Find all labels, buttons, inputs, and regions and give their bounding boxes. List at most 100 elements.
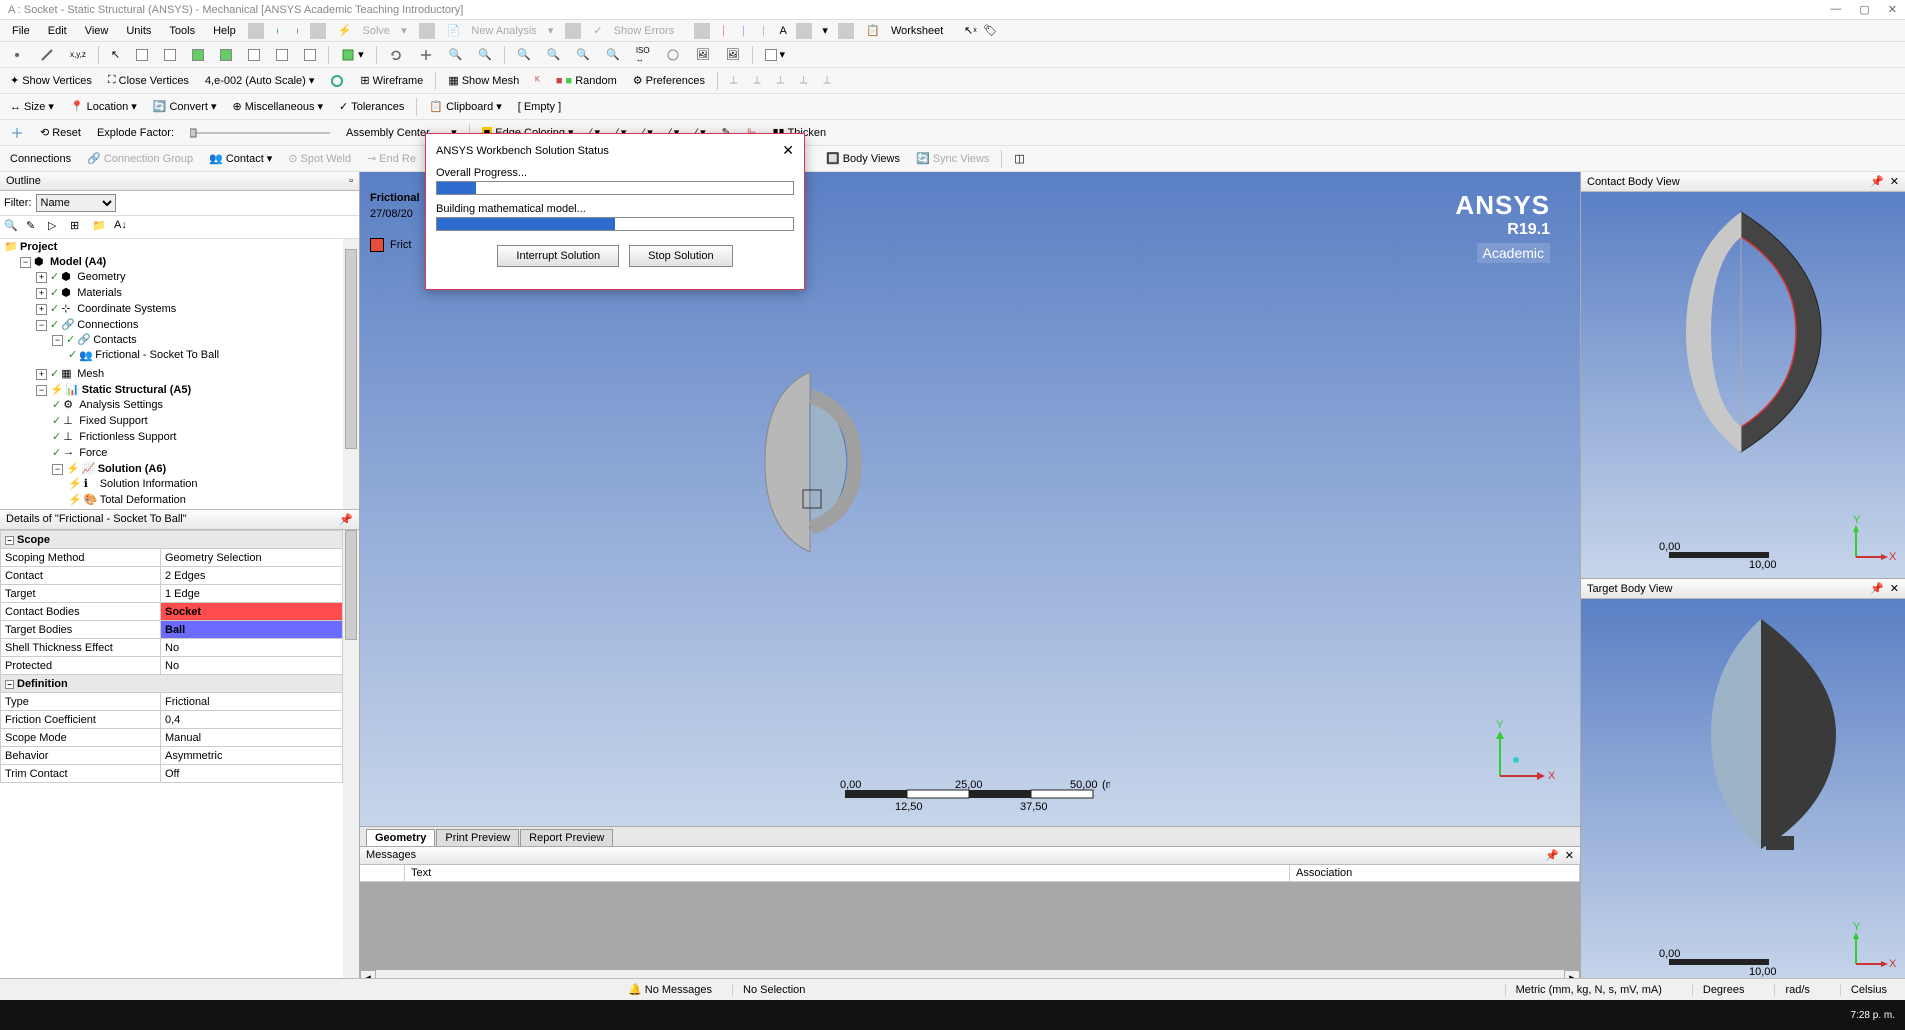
- rotate-icon[interactable]: [383, 46, 409, 64]
- tree-sol-info[interactable]: Solution Information: [100, 478, 198, 490]
- magnify-3-icon[interactable]: 🔍: [570, 46, 596, 63]
- show-errors-button[interactable]: ✓ Show Errors: [585, 21, 690, 40]
- menu-view[interactable]: View: [77, 22, 117, 40]
- extend-5-icon[interactable]: ⟂: [817, 72, 836, 89]
- msg-col-text[interactable]: Text: [405, 865, 1290, 881]
- solve-button[interactable]: ⚡ Solve ▾: [330, 21, 415, 40]
- outline-tree[interactable]: 📁Project −⬢Model (A4) +✓⬢Geometry +✓⬢Mat…: [0, 239, 359, 509]
- messages-body[interactable]: [360, 882, 1580, 970]
- contact-body-view[interactable]: 0,0010,00 YX: [1581, 192, 1905, 578]
- target-triad[interactable]: YX: [1842, 922, 1897, 977]
- maximize-icon[interactable]: ▢: [1859, 3, 1869, 16]
- menu-help[interactable]: Help: [205, 22, 244, 40]
- box-6-icon[interactable]: [270, 47, 294, 63]
- tool-icon-2[interactable]: [734, 22, 752, 40]
- connection-group-button[interactable]: 🔗 Connection Group: [81, 150, 199, 167]
- zoom-box-icon[interactable]: 🔍: [443, 46, 469, 63]
- extend-1-icon[interactable]: ⟂: [724, 72, 743, 89]
- tree-tool-1[interactable]: 🔍: [4, 219, 20, 235]
- pin-icon[interactable]: ▫: [349, 175, 353, 187]
- taskbar[interactable]: 7:28 p. m.: [0, 1000, 1905, 1030]
- target-pin-icon[interactable]: 📌: [1870, 582, 1884, 595]
- misc-dropdown[interactable]: ⊕ Miscellaneous ▾: [227, 98, 329, 115]
- wireframe-button[interactable]: ⊞ Wireframe: [354, 72, 429, 89]
- msg-col-assoc[interactable]: Association: [1290, 865, 1580, 881]
- msg-close-icon[interactable]: ✕: [1565, 849, 1574, 862]
- screenshot-icon[interactable]: 🖼: [690, 46, 716, 63]
- tree-tool-5[interactable]: 📁: [92, 219, 108, 235]
- refresh-display-icon[interactable]: [324, 72, 350, 90]
- magnify-4-icon[interactable]: 🔍: [600, 46, 626, 63]
- tree-frictionless[interactable]: Frictionless Support: [79, 431, 176, 443]
- box-4-icon[interactable]: [214, 47, 238, 63]
- tree-fixed[interactable]: Fixed Support: [79, 415, 147, 427]
- location-dropdown[interactable]: 📍 Location ▾: [64, 98, 143, 115]
- preferences-button[interactable]: ⚙ Preferences: [627, 72, 711, 89]
- tree-static[interactable]: Static Structural (A5): [82, 384, 191, 396]
- tool-icon-4[interactable]: A: [774, 22, 792, 40]
- close-icon[interactable]: ✕: [1888, 3, 1897, 16]
- contact-triad[interactable]: YX: [1842, 515, 1897, 570]
- box-1-icon[interactable]: [130, 47, 154, 63]
- tree-tool-3[interactable]: ▷: [48, 219, 64, 235]
- interrupt-solution-button[interactable]: Interrupt Solution: [497, 245, 619, 267]
- tree-solution[interactable]: Solution (A6): [98, 463, 166, 475]
- tree-connections[interactable]: Connections: [77, 319, 138, 331]
- target-body-view[interactable]: 0,0010,00 YX: [1581, 599, 1905, 985]
- tool-icon-3[interactable]: [754, 22, 772, 40]
- select-vertex-icon[interactable]: [4, 46, 30, 64]
- cube-dropdown-icon[interactable]: ▾: [335, 46, 370, 64]
- tree-coord[interactable]: Coordinate Systems: [77, 303, 176, 315]
- tab-geometry[interactable]: Geometry: [366, 829, 435, 846]
- box-blank-icon[interactable]: ▾: [759, 46, 792, 63]
- box-3-icon[interactable]: [186, 47, 210, 63]
- tree-contacts[interactable]: Contacts: [93, 334, 136, 346]
- extend-4-icon[interactable]: ⟂: [794, 72, 813, 89]
- menu-units[interactable]: Units: [118, 22, 159, 40]
- extra-conn-icon[interactable]: ◫: [1008, 150, 1030, 167]
- convert-dropdown[interactable]: 🔄 Convert ▾: [147, 98, 223, 115]
- body-views-button[interactable]: 🔲 Body Views: [820, 150, 906, 167]
- stop-solution-button[interactable]: Stop Solution: [629, 245, 732, 267]
- reset-button[interactable]: ⟲ Reset: [34, 124, 87, 141]
- tree-expand-icon[interactable]: ⊞: [70, 219, 86, 235]
- assembly-icon[interactable]: [4, 124, 30, 142]
- pan-icon[interactable]: [413, 46, 439, 64]
- tree-mesh[interactable]: Mesh: [77, 368, 104, 380]
- extend-2-icon[interactable]: ⟂: [747, 72, 766, 89]
- extend-3-icon[interactable]: ⟂: [771, 72, 790, 89]
- contact-close-icon[interactable]: ✕: [1890, 175, 1899, 188]
- tree-sort-icon[interactable]: A↓: [114, 219, 130, 235]
- target-close-icon[interactable]: ✕: [1890, 582, 1899, 595]
- box-2-icon[interactable]: [158, 47, 182, 63]
- zoom-in-icon[interactable]: 🔍: [472, 46, 498, 63]
- random-button[interactable]: ■■ Random: [550, 73, 623, 89]
- checkmark-green-icon[interactable]: [288, 22, 306, 40]
- tree-project[interactable]: Project: [20, 241, 57, 253]
- show-mesh-button[interactable]: ▦ Show Mesh: [442, 72, 525, 89]
- menu-file[interactable]: File: [4, 22, 38, 40]
- tolerances-button[interactable]: ✓ Tolerances: [333, 98, 410, 115]
- clipboard-dropdown[interactable]: 📋 Clipboard ▾: [423, 98, 507, 115]
- worksheet-button[interactable]: 📋 Worksheet: [858, 21, 959, 40]
- tree-analysis[interactable]: Analysis Settings: [79, 399, 163, 411]
- new-analysis-button[interactable]: 📄 New Analysis ▾: [439, 21, 562, 40]
- size-dropdown[interactable]: ↔ Size ▾: [4, 98, 60, 115]
- select-xyz-icon[interactable]: x,y,z: [64, 48, 92, 61]
- sync-views-button[interactable]: 🔄 Sync Views: [910, 150, 995, 167]
- msg-pin-icon[interactable]: 📌: [1545, 849, 1559, 862]
- iso-icon[interactable]: ISO↔: [630, 44, 656, 66]
- magnify-2-icon[interactable]: 🔍: [541, 46, 567, 63]
- tab-report-preview[interactable]: Report Preview: [520, 829, 613, 846]
- tree-frictional[interactable]: Frictional - Socket To Ball: [95, 349, 219, 361]
- details-pin-icon[interactable]: 📌: [339, 513, 353, 526]
- select-edge-icon[interactable]: [34, 46, 60, 64]
- end-release-button[interactable]: ⊸ End Re: [361, 150, 422, 167]
- show-vertices-button[interactable]: ✦ Show Vertices: [4, 72, 98, 89]
- tab-print-preview[interactable]: Print Preview: [436, 829, 519, 846]
- print-icon[interactable]: 🖼: [720, 46, 746, 63]
- tree-tool-2[interactable]: ✎: [26, 219, 42, 235]
- mesh-k-icon[interactable]: ᴷ: [529, 73, 546, 89]
- tree-total-def[interactable]: Total Deformation: [100, 494, 186, 506]
- explode-slider[interactable]: [184, 125, 336, 141]
